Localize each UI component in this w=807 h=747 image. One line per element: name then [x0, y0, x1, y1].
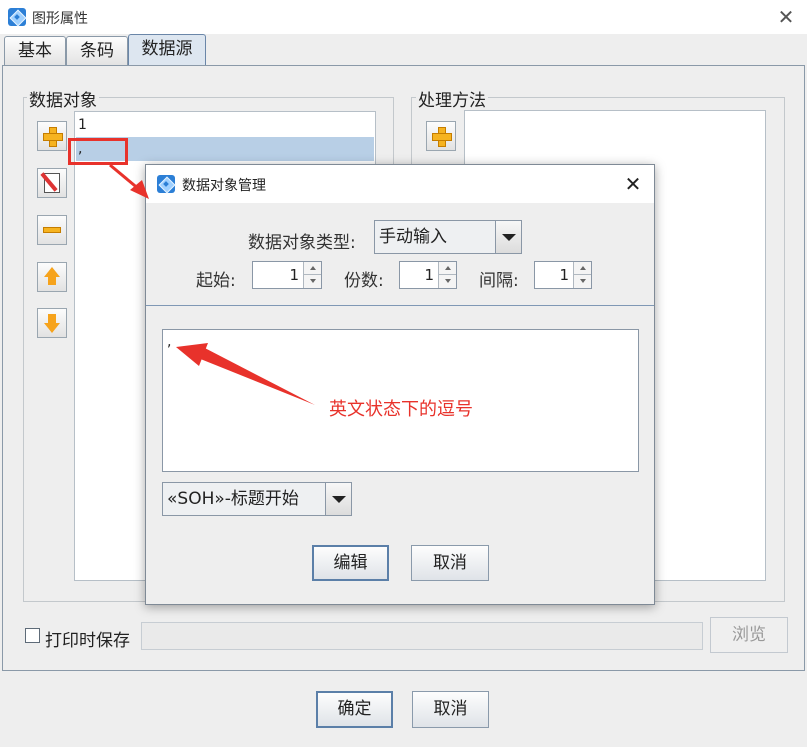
arrow-shaft-icon	[193, 345, 315, 405]
annotation-arrows	[109, 163, 315, 405]
arrow-head-icon	[176, 343, 208, 366]
